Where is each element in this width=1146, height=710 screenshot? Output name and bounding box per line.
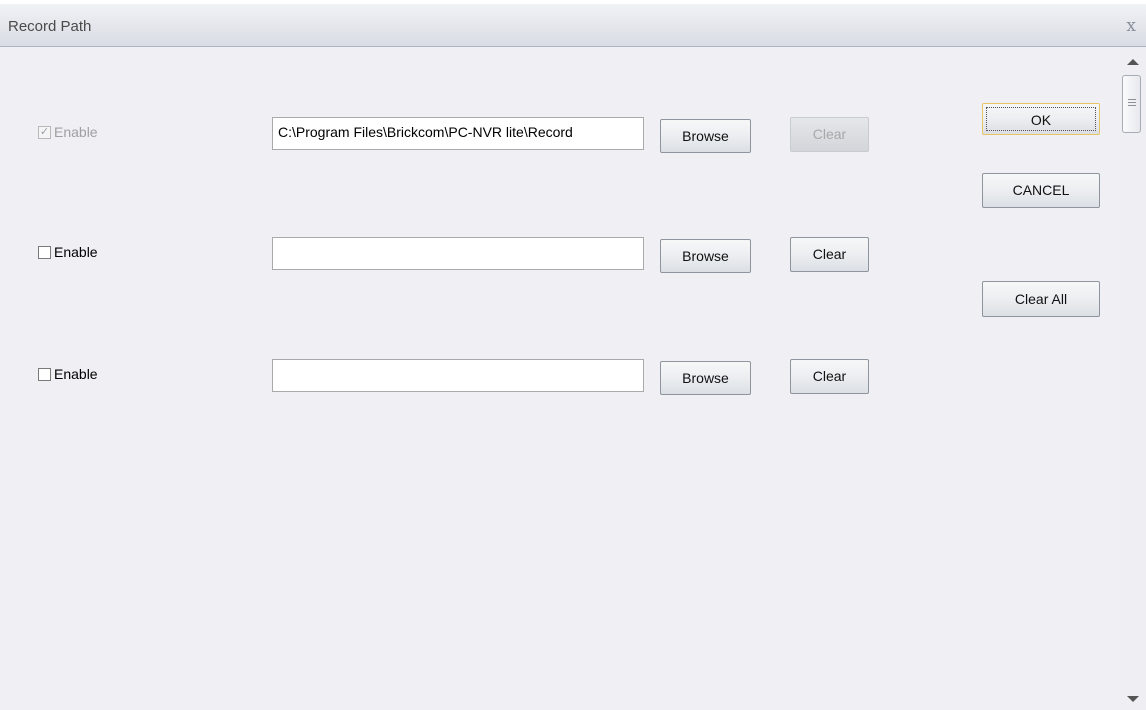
grip-line-icon bbox=[1128, 99, 1136, 100]
close-icon[interactable]: x bbox=[1126, 16, 1136, 36]
path-row-1: ✓ Enable C:\Program Files\Brickcom\PC-NV… bbox=[8, 114, 908, 154]
ok-label: OK bbox=[986, 107, 1096, 131]
grip-line-icon bbox=[1128, 102, 1136, 103]
enable-label: Enable bbox=[54, 124, 98, 140]
record-path-dialog: Record Path x ✓ Enable C:\Program Files\… bbox=[0, 4, 1146, 710]
title-bar: Record Path x bbox=[0, 4, 1146, 47]
path-field-2[interactable] bbox=[272, 237, 644, 270]
dialog-title: Record Path bbox=[8, 18, 92, 35]
checkbox-box-icon bbox=[38, 367, 51, 381]
vertical-scrollbar[interactable] bbox=[1119, 47, 1146, 710]
enable-label: Enable bbox=[54, 244, 98, 260]
scroll-thumb[interactable] bbox=[1122, 75, 1141, 133]
clear-button-2[interactable]: Clear bbox=[790, 237, 869, 272]
checkbox-box-icon bbox=[38, 245, 51, 259]
browse-button-1[interactable]: Browse bbox=[660, 119, 751, 153]
clear-button-3[interactable]: Clear bbox=[790, 359, 869, 394]
checkbox-check-icon: ✓ bbox=[38, 125, 51, 139]
path-row-3: Enable Browse Clear bbox=[8, 356, 908, 396]
browse-button-2[interactable]: Browse bbox=[660, 239, 751, 273]
path-field-1[interactable]: C:\Program Files\Brickcom\PC-NVR lite\Re… bbox=[272, 117, 644, 150]
clear-all-button[interactable]: Clear All bbox=[982, 281, 1100, 317]
enable-label: Enable bbox=[54, 366, 98, 382]
path-field-3[interactable] bbox=[272, 359, 644, 392]
enable-checkbox-3[interactable]: Enable bbox=[38, 366, 98, 382]
path-row-2: Enable Browse Clear bbox=[8, 234, 908, 274]
clear-button-1[interactable]: Clear bbox=[790, 117, 869, 152]
enable-checkbox-2[interactable]: Enable bbox=[38, 244, 98, 260]
cancel-button[interactable]: CANCEL bbox=[982, 173, 1100, 208]
scroll-up-arrow-icon[interactable] bbox=[1127, 59, 1139, 65]
enable-checkbox-1[interactable]: ✓ Enable bbox=[38, 124, 98, 140]
ok-button[interactable]: OK bbox=[982, 103, 1100, 135]
dialog-content: ✓ Enable C:\Program Files\Brickcom\PC-NV… bbox=[8, 47, 1119, 710]
scroll-down-arrow-icon[interactable] bbox=[1127, 696, 1139, 702]
grip-line-icon bbox=[1128, 105, 1136, 106]
browse-button-3[interactable]: Browse bbox=[660, 361, 751, 395]
